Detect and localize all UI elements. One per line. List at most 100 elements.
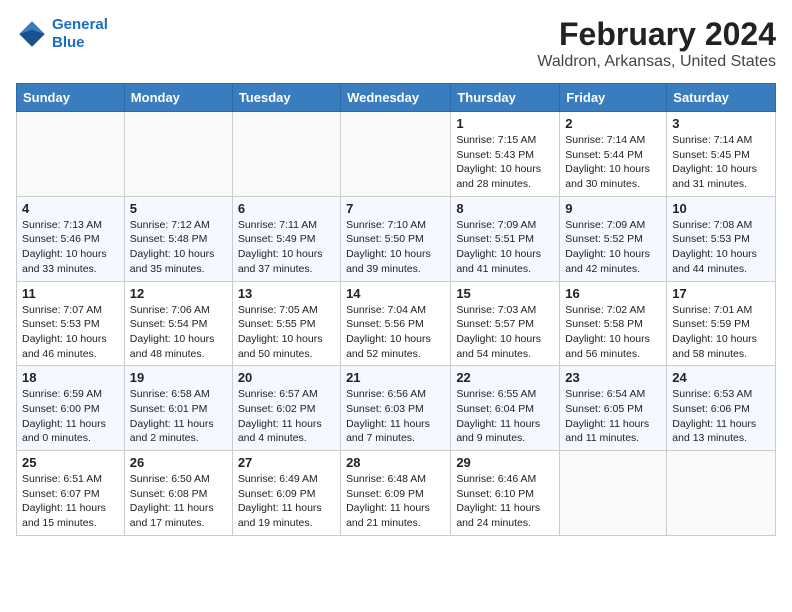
calendar-cell: 19Sunrise: 6:58 AM Sunset: 6:01 PM Dayli… <box>124 366 232 451</box>
day-detail: Sunrise: 7:15 AM Sunset: 5:43 PM Dayligh… <box>456 133 554 192</box>
calendar-cell: 1 Sunrise: 7:15 AM Sunset: 5:43 PM Daylig… <box>451 112 560 197</box>
day-number: 29 <box>456 455 554 470</box>
day-number: 4 <box>22 201 119 216</box>
day-detail: Sunrise: 6:59 AM Sunset: 6:00 PM Dayligh… <box>22 387 119 446</box>
day-number: 18 <box>22 370 119 385</box>
calendar-cell <box>667 451 776 536</box>
calendar-cell: 21Sunrise: 6:56 AM Sunset: 6:03 PM Dayli… <box>341 366 451 451</box>
day-number: 6 <box>238 201 335 216</box>
day-detail: Sunrise: 6:49 AM Sunset: 6:09 PM Dayligh… <box>238 472 335 531</box>
day-detail: Sunrise: 7:09 AM Sunset: 5:52 PM Dayligh… <box>565 218 661 277</box>
day-detail: Sunrise: 7:06 AM Sunset: 5:54 PM Dayligh… <box>130 303 227 362</box>
day-detail: Sunrise: 7:14 AM Sunset: 5:44 PM Dayligh… <box>565 133 661 192</box>
calendar-table: SundayMondayTuesdayWednesdayThursdayFrid… <box>16 83 776 536</box>
title-block: February 2024 Waldron, Arkansas, United … <box>537 16 776 71</box>
calendar-body: 1 Sunrise: 7:15 AM Sunset: 5:43 PM Daylig… <box>17 112 776 536</box>
day-detail: Sunrise: 7:09 AM Sunset: 5:51 PM Dayligh… <box>456 218 554 277</box>
day-detail: Sunrise: 7:14 AM Sunset: 5:45 PM Dayligh… <box>672 133 770 192</box>
calendar-cell: 29Sunrise: 6:46 AM Sunset: 6:10 PM Dayli… <box>451 451 560 536</box>
calendar-cell: 26 Sunrise: 6:50 AM Sunset: 6:08 PM Dayli… <box>124 451 232 536</box>
logo-icon <box>16 18 48 50</box>
calendar-cell <box>17 112 125 197</box>
day-number: 2 <box>565 116 661 131</box>
calendar-cell <box>341 112 451 197</box>
page-header: General Blue February 2024 Waldron, Arka… <box>16 16 776 71</box>
day-detail: Sunrise: 7:01 AM Sunset: 5:59 PM Dayligh… <box>672 303 770 362</box>
calendar-cell: 16Sunrise: 7:02 AM Sunset: 5:58 PM Dayli… <box>560 281 667 366</box>
weekday-header-tuesday: Tuesday <box>232 84 340 112</box>
day-detail: Sunrise: 7:03 AM Sunset: 5:57 PM Dayligh… <box>456 303 554 362</box>
weekday-header-monday: Monday <box>124 84 232 112</box>
day-number: 12 <box>130 286 227 301</box>
day-number: 27 <box>238 455 335 470</box>
calendar-cell: 17Sunrise: 7:01 AM Sunset: 5:59 PM Dayli… <box>667 281 776 366</box>
day-number: 5 <box>130 201 227 216</box>
calendar-cell: 2 Sunrise: 7:14 AM Sunset: 5:44 PM Daylig… <box>560 112 667 197</box>
calendar-cell: 18 Sunrise: 6:59 AM Sunset: 6:00 PM Dayli… <box>17 366 125 451</box>
day-detail: Sunrise: 7:05 AM Sunset: 5:55 PM Dayligh… <box>238 303 335 362</box>
day-detail: Sunrise: 6:57 AM Sunset: 6:02 PM Dayligh… <box>238 387 335 446</box>
day-number: 7 <box>346 201 445 216</box>
day-number: 22 <box>456 370 554 385</box>
calendar-cell: 12 Sunrise: 7:06 AM Sunset: 5:54 PM Dayli… <box>124 281 232 366</box>
weekday-header-wednesday: Wednesday <box>341 84 451 112</box>
calendar-cell: 23 Sunrise: 6:54 AM Sunset: 6:05 PM Dayli… <box>560 366 667 451</box>
calendar-cell: 27 Sunrise: 6:49 AM Sunset: 6:09 PM Dayli… <box>232 451 340 536</box>
calendar-header: SundayMondayTuesdayWednesdayThursdayFrid… <box>17 84 776 112</box>
day-number: 28 <box>346 455 445 470</box>
week-row-0: 1 Sunrise: 7:15 AM Sunset: 5:43 PM Daylig… <box>17 112 776 197</box>
day-number: 1 <box>456 116 554 131</box>
calendar-cell: 22 Sunrise: 6:55 AM Sunset: 6:04 PM Dayli… <box>451 366 560 451</box>
day-number: 8 <box>456 201 554 216</box>
calendar-cell: 13 Sunrise: 7:05 AM Sunset: 5:55 PM Dayli… <box>232 281 340 366</box>
week-row-3: 18 Sunrise: 6:59 AM Sunset: 6:00 PM Dayli… <box>17 366 776 451</box>
calendar-cell: 9Sunrise: 7:09 AM Sunset: 5:52 PM Daylig… <box>560 196 667 281</box>
day-detail: Sunrise: 7:02 AM Sunset: 5:58 PM Dayligh… <box>565 303 661 362</box>
day-detail: Sunrise: 6:50 AM Sunset: 6:08 PM Dayligh… <box>130 472 227 531</box>
day-detail: Sunrise: 7:04 AM Sunset: 5:56 PM Dayligh… <box>346 303 445 362</box>
calendar-subtitle: Waldron, Arkansas, United States <box>537 53 776 71</box>
day-number: 14 <box>346 286 445 301</box>
logo-text: General Blue <box>52 16 108 52</box>
calendar-cell: 5 Sunrise: 7:12 AM Sunset: 5:48 PM Daylig… <box>124 196 232 281</box>
calendar-cell: 11Sunrise: 7:07 AM Sunset: 5:53 PM Dayli… <box>17 281 125 366</box>
day-detail: Sunrise: 7:10 AM Sunset: 5:50 PM Dayligh… <box>346 218 445 277</box>
week-row-2: 11Sunrise: 7:07 AM Sunset: 5:53 PM Dayli… <box>17 281 776 366</box>
day-number: 26 <box>130 455 227 470</box>
calendar-cell: 24Sunrise: 6:53 AM Sunset: 6:06 PM Dayli… <box>667 366 776 451</box>
day-detail: Sunrise: 7:13 AM Sunset: 5:46 PM Dayligh… <box>22 218 119 277</box>
weekday-header-thursday: Thursday <box>451 84 560 112</box>
day-number: 15 <box>456 286 554 301</box>
week-row-1: 4 Sunrise: 7:13 AM Sunset: 5:46 PM Daylig… <box>17 196 776 281</box>
calendar-cell: 28 Sunrise: 6:48 AM Sunset: 6:09 PM Dayli… <box>341 451 451 536</box>
day-number: 23 <box>565 370 661 385</box>
day-number: 25 <box>22 455 119 470</box>
weekday-header-friday: Friday <box>560 84 667 112</box>
calendar-cell: 8 Sunrise: 7:09 AM Sunset: 5:51 PM Daylig… <box>451 196 560 281</box>
day-detail: Sunrise: 6:51 AM Sunset: 6:07 PM Dayligh… <box>22 472 119 531</box>
day-detail: Sunrise: 6:48 AM Sunset: 6:09 PM Dayligh… <box>346 472 445 531</box>
logo: General Blue <box>16 16 108 52</box>
calendar-cell: 10 Sunrise: 7:08 AM Sunset: 5:53 PM Dayli… <box>667 196 776 281</box>
day-number: 13 <box>238 286 335 301</box>
day-detail: Sunrise: 6:55 AM Sunset: 6:04 PM Dayligh… <box>456 387 554 446</box>
calendar-cell: 3 Sunrise: 7:14 AM Sunset: 5:45 PM Daylig… <box>667 112 776 197</box>
day-number: 3 <box>672 116 770 131</box>
day-detail: Sunrise: 7:08 AM Sunset: 5:53 PM Dayligh… <box>672 218 770 277</box>
day-detail: Sunrise: 7:11 AM Sunset: 5:49 PM Dayligh… <box>238 218 335 277</box>
day-number: 20 <box>238 370 335 385</box>
calendar-cell <box>232 112 340 197</box>
day-number: 19 <box>130 370 227 385</box>
weekday-header-sunday: Sunday <box>17 84 125 112</box>
day-detail: Sunrise: 7:12 AM Sunset: 5:48 PM Dayligh… <box>130 218 227 277</box>
day-detail: Sunrise: 6:54 AM Sunset: 6:05 PM Dayligh… <box>565 387 661 446</box>
day-number: 11 <box>22 286 119 301</box>
day-number: 21 <box>346 370 445 385</box>
day-number: 10 <box>672 201 770 216</box>
calendar-cell: 14 Sunrise: 7:04 AM Sunset: 5:56 PM Dayli… <box>341 281 451 366</box>
calendar-cell: 7 Sunrise: 7:10 AM Sunset: 5:50 PM Daylig… <box>341 196 451 281</box>
calendar-cell: 6 Sunrise: 7:11 AM Sunset: 5:49 PM Daylig… <box>232 196 340 281</box>
calendar-cell: 20 Sunrise: 6:57 AM Sunset: 6:02 PM Dayli… <box>232 366 340 451</box>
week-row-4: 25 Sunrise: 6:51 AM Sunset: 6:07 PM Dayli… <box>17 451 776 536</box>
calendar-cell: 25 Sunrise: 6:51 AM Sunset: 6:07 PM Dayli… <box>17 451 125 536</box>
